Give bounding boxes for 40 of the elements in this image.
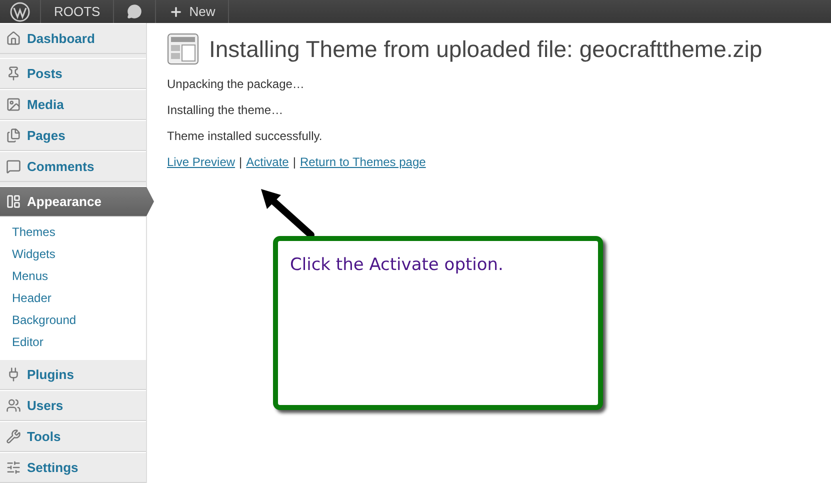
image-icon [6,97,21,112]
menu-item[interactable]: Comments [0,151,146,182]
speech-bubble-icon [6,159,21,174]
menu-item[interactable]: Posts [0,58,146,89]
layout-icon [167,33,199,65]
menu-item[interactable]: Users [0,390,146,421]
action-link[interactable]: Activate [246,155,289,169]
menu-item[interactable]: Dashboard [0,23,146,54]
action-link[interactable]: Return to Themes page [300,155,426,169]
page-title: Installing Theme from uploaded file: geocrafttheme.zip [209,36,762,62]
menu-item[interactable]: Pages [0,120,146,151]
submenu-item[interactable]: Themes [0,221,146,243]
menu-item[interactable]: Tools [0,421,146,452]
status-message: Installing the theme… [167,103,284,117]
sliders-icon [6,460,21,475]
menu-item[interactable]: Plugins [0,359,146,390]
status-message: Unpacking the package… [167,77,306,91]
pages-icon [6,128,21,143]
callout-text: Click the Activate option. [290,255,504,275]
submenu-item[interactable]: Header [0,287,146,309]
new-button[interactable]: New [156,0,230,23]
plus-icon [169,4,184,18]
separator-text: | [239,155,242,169]
status-message: Theme installed successfully. [167,129,324,143]
submenu-item[interactable]: Background [0,309,146,331]
people-icon [6,398,21,413]
submenu-item[interactable]: Editor [0,331,146,353]
layout-icon [6,194,21,209]
speech-bubble-icon [127,4,142,19]
separator-text: | [292,155,296,169]
plug-icon [6,367,21,382]
menu-item[interactable]: Settings [0,452,146,483]
action-link[interactable]: Live Preview [167,155,236,169]
pushpin-icon [6,66,21,81]
menu-item[interactable]: Appearance [0,186,154,217]
tools-icon [6,429,21,444]
house-icon [6,31,21,46]
submenu-item[interactable]: Widgets [0,243,146,265]
submenu-item[interactable]: Menus [0,265,146,287]
menu-item[interactable]: Media [0,89,146,120]
